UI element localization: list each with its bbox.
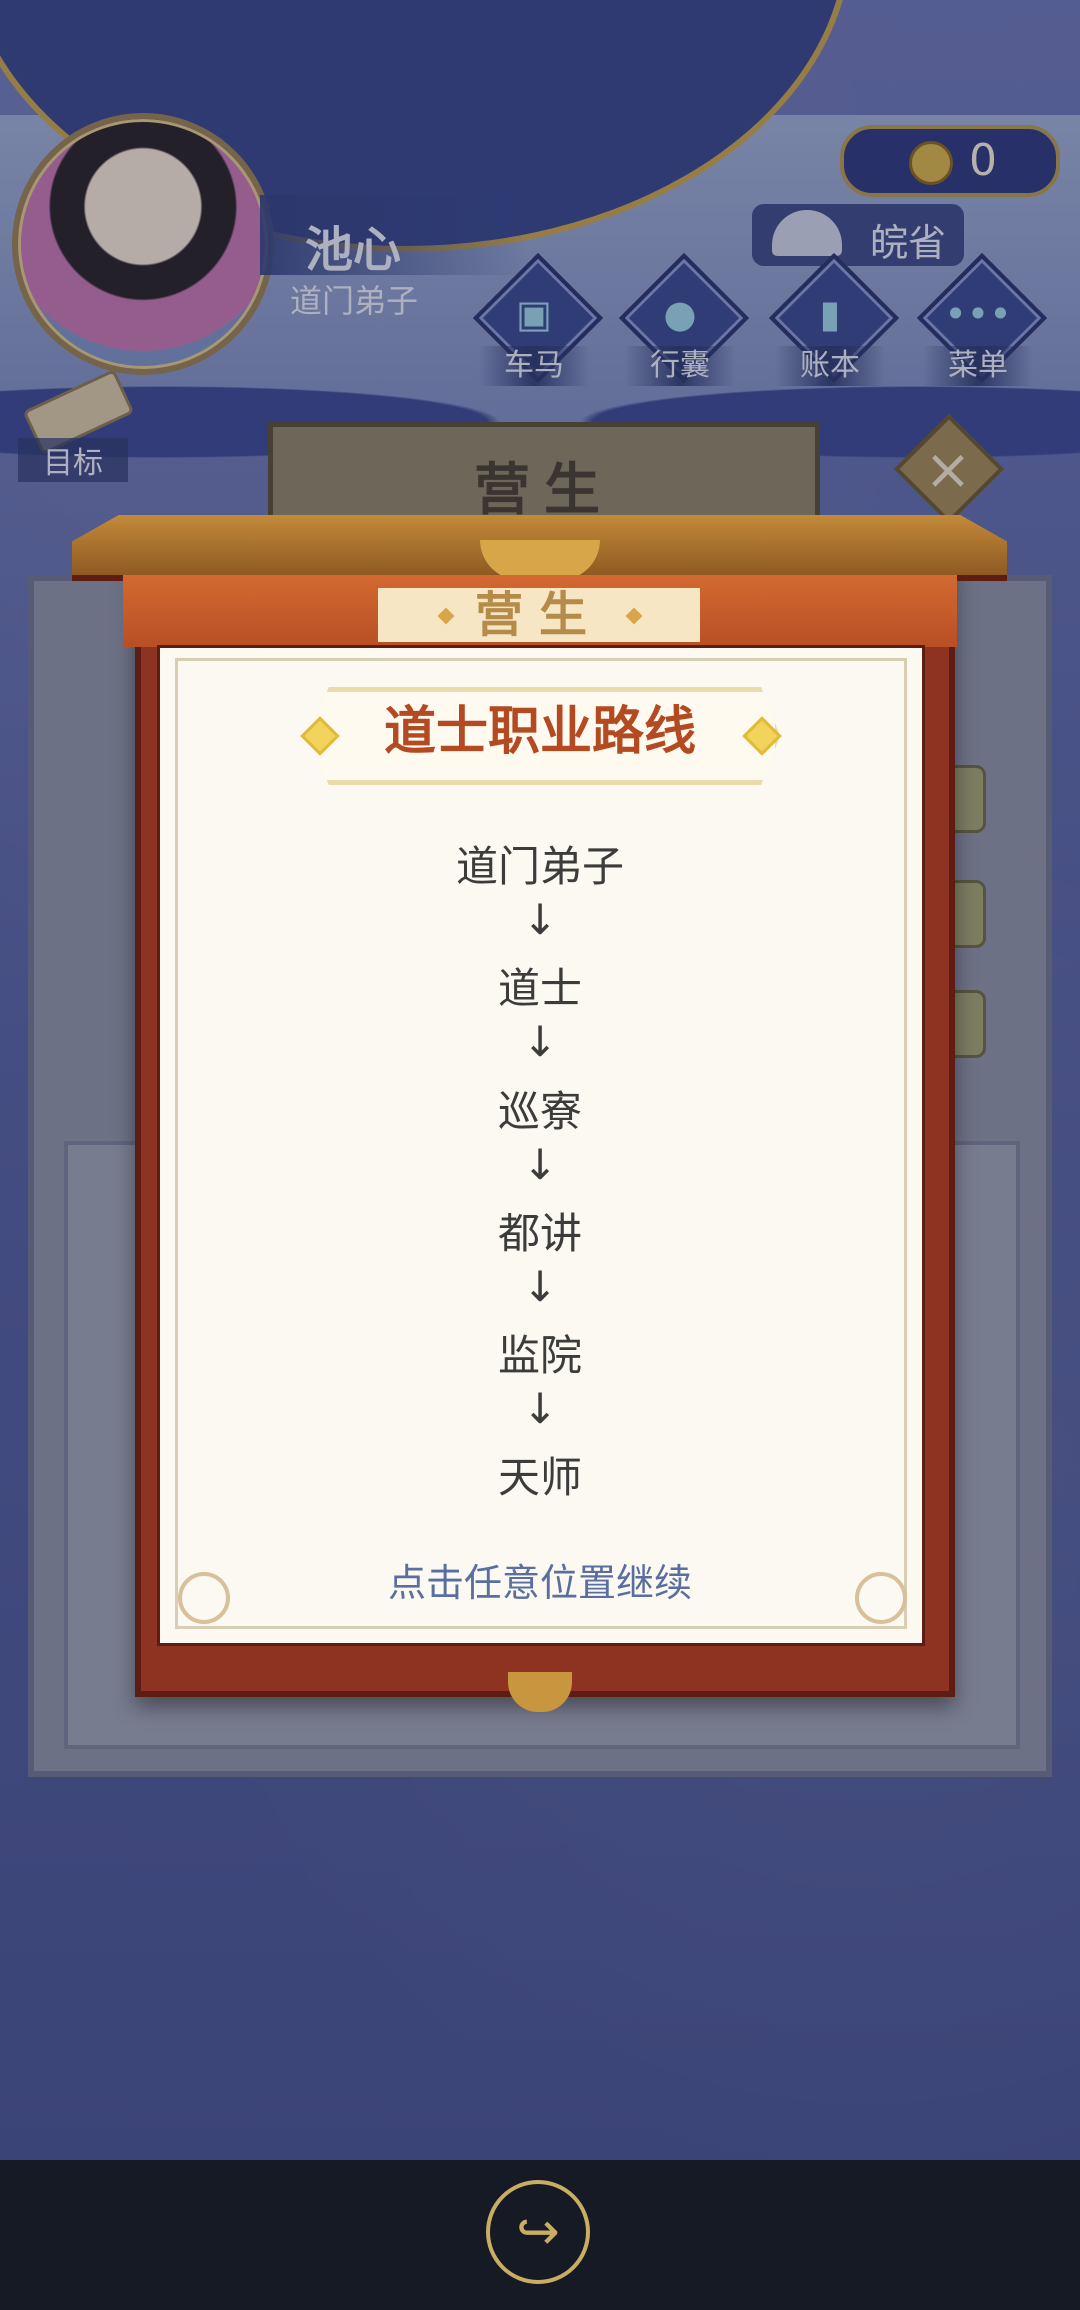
career-step-6: 天师: [497, 1453, 582, 1502]
career-step-1: 道门弟子: [455, 842, 624, 891]
career-step-2: 道士: [497, 964, 582, 1013]
corner-ornament-left: [178, 1572, 230, 1624]
arrow-down-icon: ↓: [522, 1140, 558, 1189]
career-step-3: 巡寮: [497, 1087, 582, 1136]
arrow-down-icon: ↓: [522, 895, 558, 944]
modal-banner-title: 营生: [378, 588, 700, 642]
arrow-down-icon: ↓: [522, 1017, 558, 1066]
share-button[interactable]: ↪: [486, 2180, 590, 2284]
continue-hint: 点击任意位置继续: [387, 1561, 692, 1605]
career-step-4: 都讲: [497, 1209, 582, 1258]
share-icon: ↪: [516, 2202, 560, 2262]
arrow-down-icon: ↓: [522, 1262, 558, 1311]
career-step-5: 监院: [497, 1331, 582, 1380]
corner-ornament-right: [855, 1572, 907, 1624]
route-title: 道士职业路线: [383, 702, 696, 762]
arrow-down-icon: ↓: [522, 1384, 558, 1433]
